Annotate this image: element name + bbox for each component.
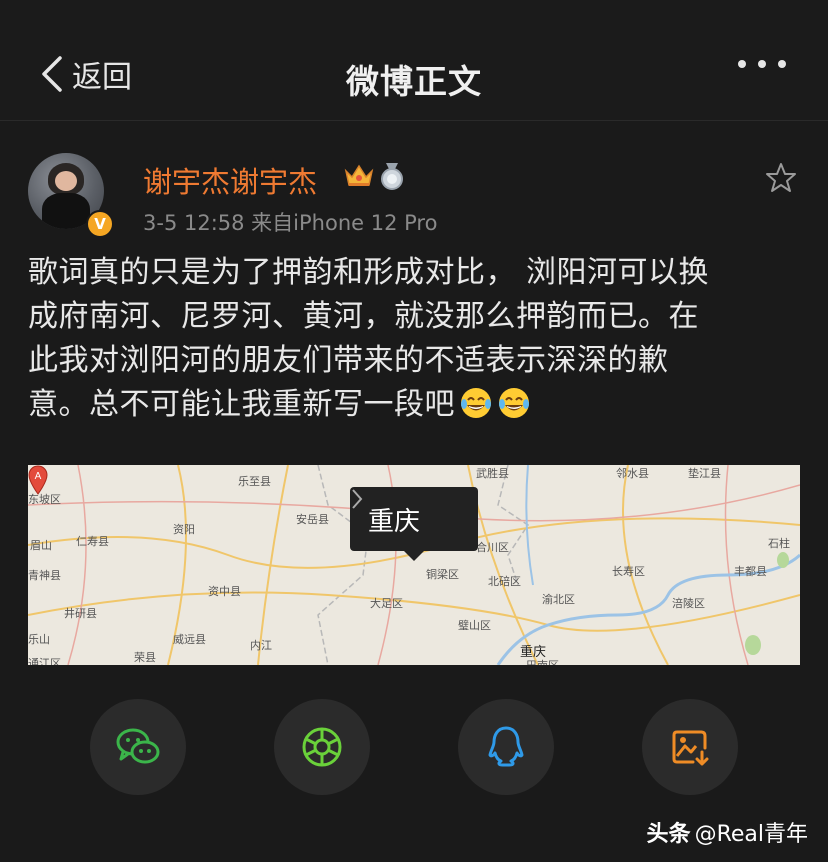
location-bubble-button[interactable]: 重庆	[350, 487, 478, 561]
map-place-label: 安岳县	[296, 513, 329, 526]
location-name: 重庆	[368, 507, 421, 537]
more-dot-icon	[758, 60, 766, 68]
post-card: V 谢宇杰谢宇杰 3-5 12:58 来自iPhone 12 Pro 歌词真的只…	[0, 121, 828, 862]
save-image-button[interactable]	[642, 699, 738, 795]
map-place-label: 邻水县	[616, 467, 649, 480]
top-nav-bar: 返回 微博正文	[0, 0, 828, 121]
more-dot-icon	[778, 60, 786, 68]
map-place-label: 通江区	[28, 657, 61, 665]
laugh-cry-emoji-icon	[461, 388, 491, 418]
avatar-shirt	[42, 193, 90, 229]
map-place-label: 大足区	[370, 597, 403, 610]
map-place-label: 青神县	[28, 569, 61, 582]
more-dot-icon	[738, 60, 746, 68]
share-moments-button[interactable]	[274, 699, 370, 795]
post-text-line: 歌词真的只是为了押韵和形成对比， 浏阳河可以换	[28, 255, 710, 290]
map-place-label: 井研县	[64, 607, 97, 620]
map-place-label: 仁寿县	[76, 535, 109, 548]
map-place-label: 内江	[250, 639, 272, 652]
bubble-tail	[404, 551, 424, 561]
share-bar	[0, 699, 828, 799]
username[interactable]: 谢宇杰谢宇杰	[143, 159, 317, 201]
page-title: 微博正文	[346, 62, 482, 101]
map-place-label: 石柱	[768, 537, 790, 550]
star-icon[interactable]	[764, 161, 798, 195]
map-place-label: 合川区	[476, 541, 509, 554]
avatar-face	[55, 171, 77, 191]
chevron-right-icon	[352, 489, 363, 509]
map-place-label: 铜梁区	[426, 568, 459, 581]
map-place-label: 巴南区	[526, 657, 559, 665]
map-place-label: 丰都县	[734, 565, 767, 578]
map-place-label: 乐山	[28, 633, 50, 646]
map-place-label: 北碚区	[488, 575, 521, 588]
location-map[interactable]: 乐至县 安岳县 资阳 仁寿县 眉山 青神县 资中县 井研县 威远县 内江 荣县 …	[28, 465, 800, 665]
map-place-label: 荣县	[134, 651, 156, 664]
map-place-label: 武胜县	[476, 467, 509, 480]
map-place-label: 资阳	[173, 523, 195, 536]
map-place-label: 资中县	[208, 585, 241, 598]
map-place-label: 垫江县	[688, 467, 721, 480]
verified-badge-icon: V	[86, 210, 114, 238]
post-text-line: 此我对浏阳河的朋友们带来的不适表示深深的歉	[28, 343, 669, 378]
post-text-line-last: 意。总不可能让我重新写一段吧	[28, 383, 803, 427]
map-pin-letter: A	[35, 471, 42, 482]
map-place-label: 眉山	[30, 539, 52, 552]
crown-icon	[344, 164, 374, 186]
share-qq-button[interactable]	[458, 699, 554, 795]
map-place-label: 璧山区	[458, 619, 491, 632]
wechat-icon	[116, 728, 160, 764]
map-place-label: 乐至县	[238, 475, 271, 488]
map-pin-icon[interactable]: A	[28, 465, 48, 495]
qq-icon	[488, 726, 524, 767]
post-text: 歌词真的只是为了押韵和形成对比， 浏阳河可以换 成府南河、尼罗河、黄河，就没那么…	[28, 251, 803, 427]
map-place-label: 威远县	[173, 633, 206, 646]
post-text-line: 意。总不可能让我重新写一段吧	[28, 387, 455, 422]
moments-icon	[302, 727, 342, 767]
medal-icon	[381, 163, 403, 190]
post-text-line: 成府南河、尼罗河、黄河，就没那么押韵而已。在	[28, 299, 699, 334]
share-wechat-button[interactable]	[90, 699, 186, 795]
more-options-button[interactable]	[738, 60, 786, 68]
map-place-label: 渝北区	[542, 593, 575, 606]
watermark: 头条 @Real青年	[647, 816, 808, 848]
watermark-handle: @Real青年	[694, 822, 808, 847]
post-meta: 3-5 12:58 来自iPhone 12 Pro	[143, 211, 438, 235]
laugh-cry-emoji-icon	[499, 388, 529, 418]
map-place-label: 涪陵区	[672, 597, 705, 610]
save-image-icon	[672, 730, 709, 766]
map-place-label: 长寿区	[612, 565, 645, 578]
watermark-brand: 头条	[646, 822, 691, 847]
